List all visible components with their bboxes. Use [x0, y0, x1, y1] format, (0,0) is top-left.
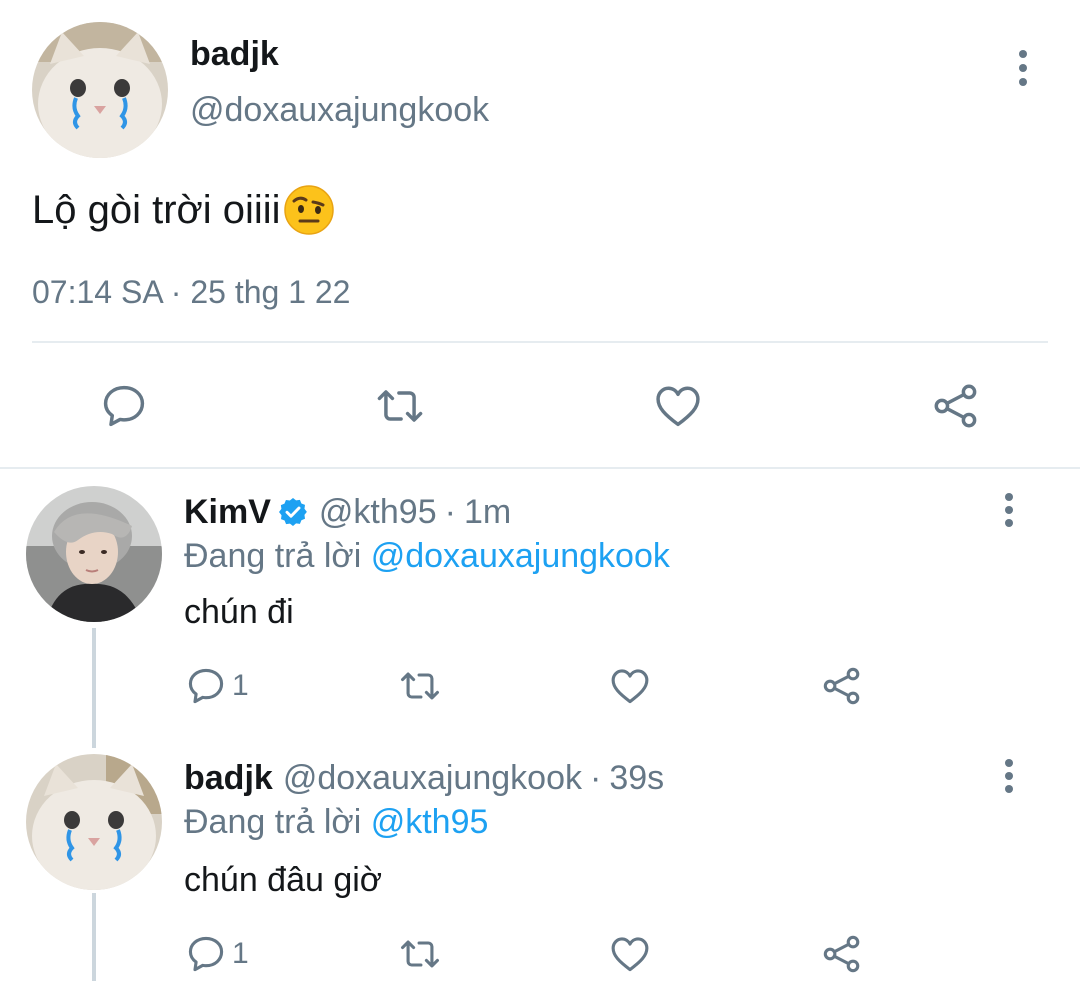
reply-text: chún đi: [184, 593, 294, 631]
divider: [0, 467, 1080, 469]
replying-to-mention[interactable]: @kth95: [371, 803, 489, 841]
author-handle[interactable]: @doxauxajungkook: [190, 90, 489, 130]
reply-author-handle[interactable]: @doxauxajungkook: [283, 758, 582, 798]
like-icon[interactable]: [650, 378, 706, 434]
meta-separator: ·: [589, 759, 602, 797]
replying-to: Đang trả lời @doxauxajungkook: [184, 536, 670, 576]
verified-badge-icon: [277, 496, 309, 528]
reply-header: badjk @doxauxajungkook · 39s: [184, 758, 664, 798]
reply-icon[interactable]: [184, 932, 228, 976]
thread-line: [92, 893, 96, 981]
avatar-kimv[interactable]: [26, 486, 162, 622]
face-with-raised-eyebrow-emoji: [283, 184, 335, 236]
reply-time: 1m: [463, 493, 512, 531]
replying-to-label: Đang trả lời: [184, 803, 362, 841]
reply-count: 1: [232, 937, 249, 970]
replying-to-mention[interactable]: @doxauxajungkook: [371, 537, 670, 575]
reply-count: 1: [232, 669, 249, 702]
divider: [32, 341, 1048, 343]
share-icon[interactable]: [820, 662, 864, 710]
retweet-icon[interactable]: [398, 930, 442, 978]
reply-action[interactable]: 1: [184, 662, 249, 710]
reply-icon[interactable]: [96, 378, 152, 434]
tweet-text-content: Lộ gòi trời oiiii: [32, 188, 281, 232]
tweet-date: 25 thg 1 22: [190, 274, 351, 310]
reply-author-name[interactable]: KimV: [184, 492, 271, 532]
like-icon[interactable]: [608, 930, 652, 978]
share-icon[interactable]: [820, 930, 864, 978]
tweet-time: 07:14 SA: [32, 274, 162, 310]
avatar-badjk[interactable]: [32, 22, 168, 158]
more-options-icon[interactable]: [1006, 48, 1040, 88]
retweet-icon[interactable]: [398, 662, 442, 710]
reply-author-handle[interactable]: @kth95: [319, 492, 437, 532]
thread-line: [92, 628, 96, 748]
more-options-icon[interactable]: [994, 758, 1024, 798]
reply-action[interactable]: 1: [184, 930, 249, 978]
replying-to-label: Đang trả lời: [184, 537, 362, 575]
retweet-icon[interactable]: [372, 378, 428, 434]
meta-separator: ·: [444, 493, 456, 531]
avatar-badjk[interactable]: [26, 754, 162, 890]
reply-header: KimV @kth95 · 1m: [184, 492, 511, 532]
reply-icon[interactable]: [184, 664, 228, 708]
share-icon[interactable]: [928, 378, 984, 434]
tweet-text: Lộ gòi trời oiiii: [32, 184, 335, 236]
tweet-timestamp: 07:14 SA · 25 thg 1 22: [32, 272, 350, 312]
reply-time: 39s: [609, 759, 665, 797]
more-options-icon[interactable]: [994, 492, 1024, 532]
author-name[interactable]: badjk: [190, 34, 279, 74]
reply-author-name[interactable]: badjk: [184, 758, 273, 798]
replying-to: Đang trả lời @kth95: [184, 802, 488, 842]
reply-text: chún đâu giờ: [184, 861, 383, 899]
like-icon[interactable]: [608, 662, 652, 710]
timestamp-separator: ·: [170, 274, 182, 310]
